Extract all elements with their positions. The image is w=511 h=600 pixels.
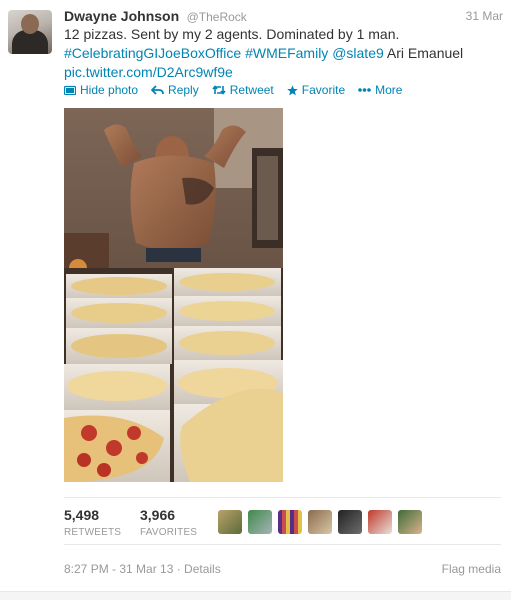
avatar[interactable] [398, 510, 422, 534]
favorites-label: FAVORITES [140, 527, 198, 538]
favorites-stat[interactable]: 3,966 FAVORITES [140, 507, 197, 538]
tweet-text-tail: Ari Emanuel [386, 45, 464, 61]
ellipsis-icon [358, 88, 371, 92]
retweets-stat[interactable]: 5,498 RETWEETS [64, 507, 121, 538]
tweet-timestamp[interactable]: 8:27 PM - 31 Mar 13 · Details [64, 562, 221, 576]
tweet-footer: 8:27 PM - 31 Mar 13 · Details Flag media [64, 562, 501, 576]
more-button[interactable]: More [358, 83, 402, 97]
favorite-label: Favorite [301, 83, 346, 97]
retweet-label: Retweet [229, 83, 274, 97]
hashtag-link[interactable]: #WMEFamily [245, 45, 328, 61]
more-label: More [375, 83, 403, 97]
favoriter-avatars [218, 510, 422, 534]
tweet-actions: Hide photo Reply Retweet Favorite More [64, 82, 402, 98]
avatar[interactable] [248, 510, 272, 534]
tweet-text: 12 pizzas. Sent by my 2 agents. Dominate… [64, 25, 504, 82]
hashtag-link[interactable]: #CelebratingGIJoeBoxOffice [64, 45, 241, 61]
reply-arrow-icon [151, 85, 164, 95]
pic-link[interactable]: pic.twitter.com/D2Arc9wf9e [64, 64, 233, 80]
avatar[interactable] [368, 510, 392, 534]
photo-illustration [64, 108, 283, 482]
favorites-count: 3,966 [140, 507, 176, 523]
reply-label: Reply [168, 83, 199, 97]
flag-media-link[interactable]: Flag media [442, 562, 501, 576]
tweet-text-line: 12 pizzas. Sent by my 2 agents. Dominate… [64, 26, 400, 42]
retweet-icon [212, 85, 226, 95]
tweet-photo[interactable] [64, 108, 283, 482]
avatar[interactable] [8, 10, 52, 54]
avatar[interactable] [278, 510, 302, 534]
tweet-permalink: Dwayne Johnson @TheRock 31 Mar 12 pizzas… [0, 0, 511, 600]
avatar[interactable] [338, 510, 362, 534]
tweet-text-entities: #CelebratingGIJoeBoxOffice #WMEFamily @s… [64, 44, 504, 63]
mention-link[interactable]: @slate9 [332, 45, 384, 61]
tweet-header: Dwayne Johnson @TheRock 31 Mar [64, 8, 503, 26]
tweet-date[interactable]: 31 Mar [466, 9, 503, 23]
avatar[interactable] [218, 510, 242, 534]
tweet-stats: 5,498 RETWEETS 3,966 FAVORITES [64, 497, 501, 545]
photo-icon [64, 85, 76, 95]
retweets-count: 5,498 [64, 507, 100, 523]
favorite-button[interactable]: Favorite [286, 83, 346, 97]
avatar-head-shape [21, 14, 39, 34]
reply-button[interactable]: Reply [151, 83, 199, 97]
fullname[interactable]: Dwayne Johnson [64, 8, 179, 24]
username[interactable]: @TheRock [187, 10, 247, 24]
hide-photo-label: Hide photo [80, 83, 139, 97]
retweets-label: RETWEETS [64, 527, 122, 538]
avatar[interactable] [308, 510, 332, 534]
hide-photo-button[interactable]: Hide photo [64, 83, 138, 97]
star-icon [286, 84, 298, 95]
retweet-button[interactable]: Retweet [212, 83, 274, 97]
divider [0, 591, 511, 600]
